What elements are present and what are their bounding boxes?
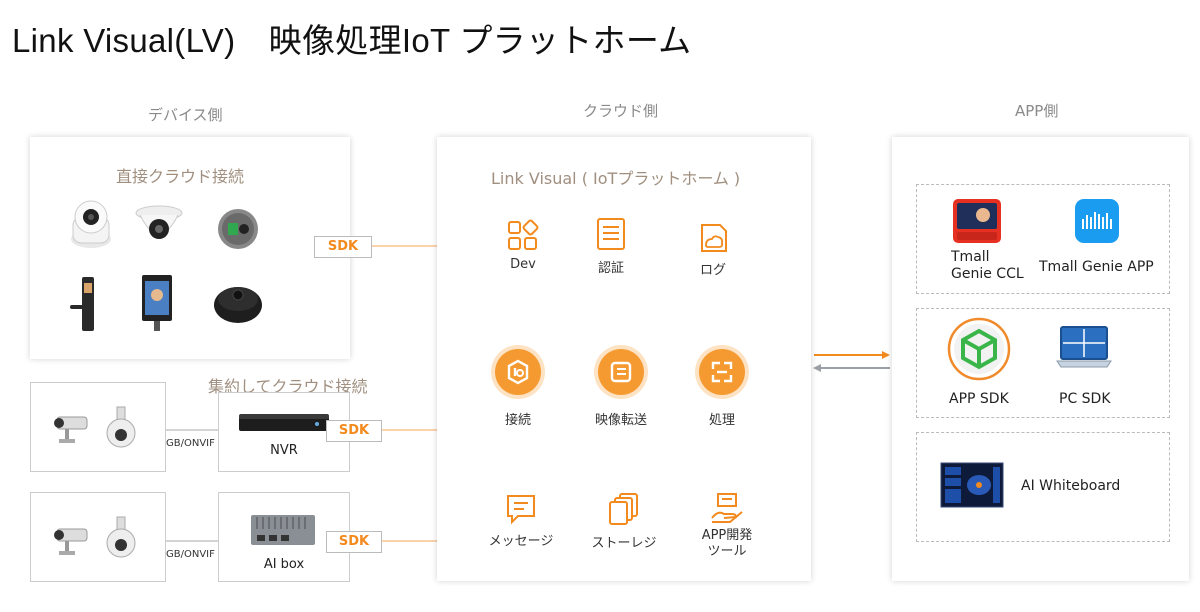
app-sdk-cube-icon — [947, 317, 1011, 381]
feature-label: 処理 — [708, 413, 735, 428]
feature-label: 認証 — [597, 261, 624, 276]
app-side-card: Tmall Genie CCL Tmall Genie APP APP SDK — [892, 137, 1189, 581]
ai-box-device-icon — [251, 515, 315, 545]
video-transfer-icon — [598, 349, 644, 395]
tmall-genie-app-label: Tmall Genie APP — [1039, 259, 1154, 275]
auth-document-icon — [597, 218, 625, 250]
ptz-camera-icon — [71, 200, 111, 248]
feature-label: ストーレジ — [591, 536, 657, 551]
direct-connect-card: 直接クラウド接続 — [30, 137, 350, 359]
ai-whiteboard-label: AI Whiteboard — [1021, 478, 1121, 494]
ipc-group-nvr — [30, 382, 166, 472]
ai-whiteboard-box: AI Whiteboard — [916, 432, 1170, 542]
face-recognition-terminal-icon — [142, 275, 172, 331]
speed-dome-camera-icon — [106, 516, 136, 558]
pc-sdk-label: PC SDK — [1059, 391, 1111, 407]
tmall-genie-box: Tmall Genie CCL Tmall Genie APP — [916, 184, 1170, 294]
nvr-sdk-label: SDK — [326, 420, 382, 442]
nvr-device-icon — [239, 414, 329, 431]
dev-grid-icon — [508, 219, 539, 250]
tmall-genie-ccl-label: Tmall Genie CCL — [951, 249, 1024, 282]
app-to-cloud-arrow — [813, 364, 890, 372]
feature-label: ログ — [699, 263, 726, 278]
ai-whiteboard-dashboard-icon — [940, 462, 1004, 508]
aibox-label: AI box — [263, 557, 305, 572]
doorbell-camera-icon — [218, 209, 258, 249]
cloud-platform-card: Link Visual ( IoTプラットホーム ) Dev 認証 ログ 接続 … — [437, 137, 811, 581]
direct-sdk-label: SDK — [314, 236, 372, 258]
smart-lock-icon — [70, 277, 94, 331]
feature-label: 接続 — [504, 413, 531, 428]
tmall-genie-app-icon — [1075, 199, 1119, 243]
log-cloud-icon — [701, 224, 727, 252]
process-icon — [699, 349, 745, 395]
connect-icon — [495, 349, 541, 395]
feature-label: メッセージ — [488, 534, 554, 549]
bullet-camera-icon — [54, 528, 88, 555]
feature-label: 映像転送 — [594, 413, 647, 428]
tmall-genie-ccl-device-icon — [953, 199, 1001, 243]
robot-vacuum-icon — [214, 287, 262, 323]
message-icon — [507, 495, 535, 525]
cloud-to-app-arrow — [814, 351, 890, 359]
ipc-group-aibox — [30, 492, 166, 582]
aibox-sdk-label: SDK — [326, 531, 382, 553]
storage-icon — [609, 493, 638, 525]
feature-label: APP開発 ツール — [701, 528, 753, 559]
speed-dome-camera-icon — [106, 406, 136, 448]
sdk-box: APP SDK PC SDK — [916, 308, 1170, 418]
app-dev-tools-icon — [711, 493, 743, 523]
protocol-label-2: GB/ONVIF — [166, 549, 215, 560]
nvr-label: NVR — [270, 443, 298, 458]
direct-connect-title: 直接クラウド接続 — [116, 167, 245, 186]
platform-title: Link Visual ( IoTプラットホーム ) — [491, 169, 741, 188]
bullet-camera-icon — [54, 416, 88, 443]
app-sdk-label: APP SDK — [949, 391, 1009, 407]
feature-label: Dev — [510, 257, 536, 272]
turret-camera-icon — [135, 205, 183, 239]
protocol-label-1: GB/ONVIF — [166, 438, 215, 449]
pc-sdk-laptop-icon — [1056, 326, 1112, 368]
